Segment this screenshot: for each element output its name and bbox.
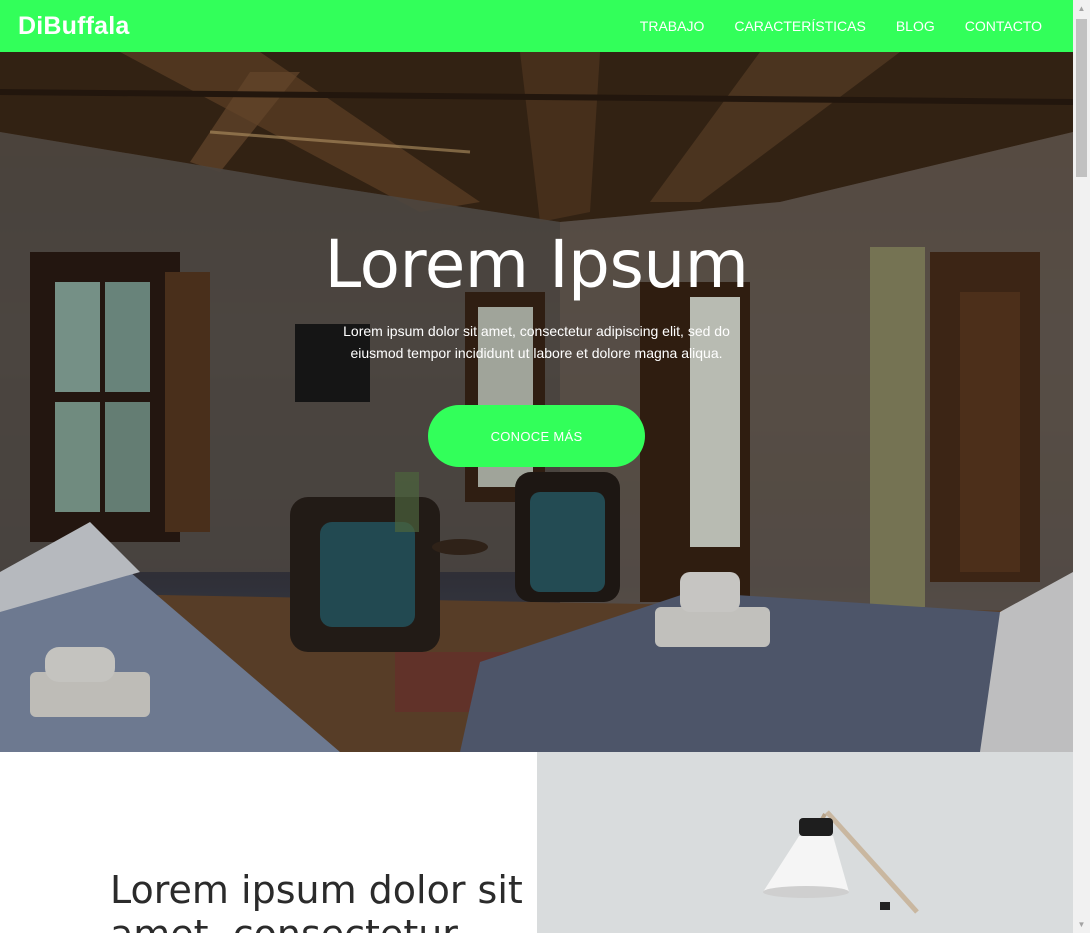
- page-scrollbar[interactable]: ▲ ▼: [1073, 0, 1090, 933]
- top-navbar: DiBuffala TRABAJO CARACTERÍSTICAS BLOG C…: [0, 0, 1073, 52]
- hero-section: Lorem Ipsum Lorem ipsum dolor sit amet, …: [0, 52, 1073, 752]
- lamp-image: [537, 752, 1073, 933]
- nav-item-trabajo[interactable]: TRABAJO: [640, 18, 705, 34]
- nav-item-contacto[interactable]: CONTACTO: [965, 18, 1042, 34]
- main-nav: TRABAJO CARACTERÍSTICAS BLOG CONTACTO: [640, 18, 1055, 34]
- scroll-down-icon[interactable]: ▼: [1073, 916, 1090, 933]
- lamp-photo: [537, 752, 1073, 933]
- brand-logo[interactable]: DiBuffala: [18, 12, 130, 41]
- nav-item-blog[interactable]: BLOG: [896, 18, 935, 34]
- conoce-mas-button[interactable]: CONOCE MÁS: [428, 405, 645, 467]
- hero-dark-overlay: [0, 52, 1073, 752]
- intro-section: Lorem ipsum dolor sit amet, consectetur: [0, 752, 1073, 933]
- hero-description: Lorem ipsum dolor sit amet, consectetur …: [343, 323, 730, 361]
- scrollbar-thumb[interactable]: [1076, 19, 1087, 177]
- nav-item-caracteristicas[interactable]: CARACTERÍSTICAS: [734, 18, 865, 34]
- scroll-up-icon[interactable]: ▲: [1073, 0, 1090, 17]
- section-heading: Lorem ipsum dolor sit amet, consectetur: [110, 868, 523, 933]
- hero-title: Lorem Ipsum: [324, 226, 749, 303]
